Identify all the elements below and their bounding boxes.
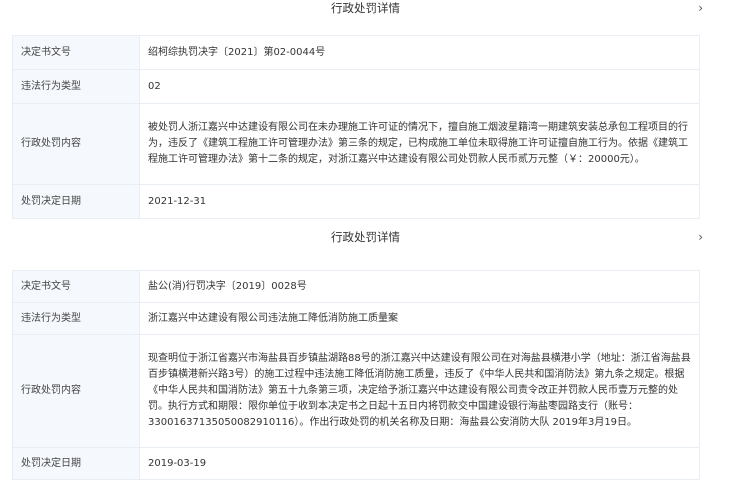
row-label: 处罚决定日期: [12, 447, 140, 480]
chevron-right-icon[interactable]: ›: [698, 225, 703, 249]
row-label: 处罚决定日期: [12, 184, 140, 219]
panel-header[interactable]: 行政处罚详情 ›: [0, 225, 731, 249]
row-value: 02: [139, 69, 700, 104]
panel-title: 行政处罚详情: [331, 230, 400, 244]
row-value: 2019-03-19: [139, 447, 700, 480]
panel-header[interactable]: 行政处罚详情 ›: [0, 0, 731, 20]
row-label: 行政处罚内容: [12, 334, 140, 448]
table-row: 处罚决定日期 2019-03-19: [12, 447, 700, 480]
table-row: 决定书文号 绍柯综执罚决字〔2021〕第02-0044号: [12, 35, 700, 70]
row-label: 决定书文号: [12, 270, 140, 303]
row-value: 盐公(消)行罚决字〔2019〕0028号: [139, 270, 700, 303]
detail-table: 决定书文号 盐公(消)行罚决字〔2019〕0028号 违法行为类型 浙江嘉兴中达…: [12, 270, 700, 480]
table-row: 行政处罚内容 被处罚人浙江嘉兴中达建设有限公司在未办理施工许可证的情况下，擅自施…: [12, 103, 700, 185]
penalty-detail-panel-1: 行政处罚详情 › 决定书文号 绍柯综执罚决字〔2021〕第02-0044号 违法…: [0, 0, 731, 219]
penalty-detail-panel-2: 行政处罚详情 › 决定书文号 盐公(消)行罚决字〔2019〕0028号 违法行为…: [0, 225, 731, 483]
row-label: 违法行为类型: [12, 302, 140, 335]
table-row: 决定书文号 盐公(消)行罚决字〔2019〕0028号: [12, 270, 700, 303]
row-value: 被处罚人浙江嘉兴中达建设有限公司在未办理施工许可证的情况下，擅自施工烟波星籍湾一…: [139, 103, 700, 185]
table-row: 违法行为类型 浙江嘉兴中达建设有限公司违法施工降低消防施工质量案: [12, 302, 700, 335]
row-value: 浙江嘉兴中达建设有限公司违法施工降低消防施工质量案: [139, 302, 700, 335]
table-row: 行政处罚内容 现查明位于浙江省嘉兴市海盐县百步镇盐湖路88号的浙江嘉兴中达建设有…: [12, 334, 700, 448]
row-value: 绍柯综执罚决字〔2021〕第02-0044号: [139, 35, 700, 70]
row-label: 行政处罚内容: [12, 103, 140, 185]
detail-table: 决定书文号 绍柯综执罚决字〔2021〕第02-0044号 违法行为类型 02 行…: [12, 35, 700, 219]
chevron-right-icon[interactable]: ›: [698, 0, 703, 20]
row-value: 现查明位于浙江省嘉兴市海盐县百步镇盐湖路88号的浙江嘉兴中达建设有限公司在对海盐…: [139, 334, 700, 448]
table-row: 违法行为类型 02: [12, 69, 700, 104]
panel-title: 行政处罚详情: [331, 1, 400, 15]
row-value: 2021-12-31: [139, 184, 700, 219]
table-row: 处罚决定日期 2021-12-31: [12, 184, 700, 219]
row-label: 决定书文号: [12, 35, 140, 70]
row-label: 违法行为类型: [12, 69, 140, 104]
